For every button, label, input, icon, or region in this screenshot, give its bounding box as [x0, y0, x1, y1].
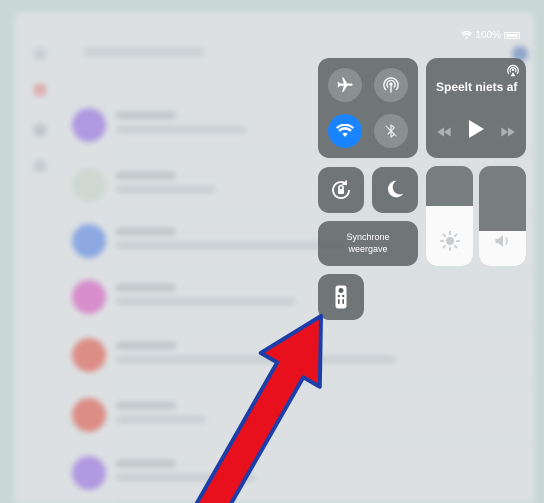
annotation-arrow	[194, 314, 323, 503]
